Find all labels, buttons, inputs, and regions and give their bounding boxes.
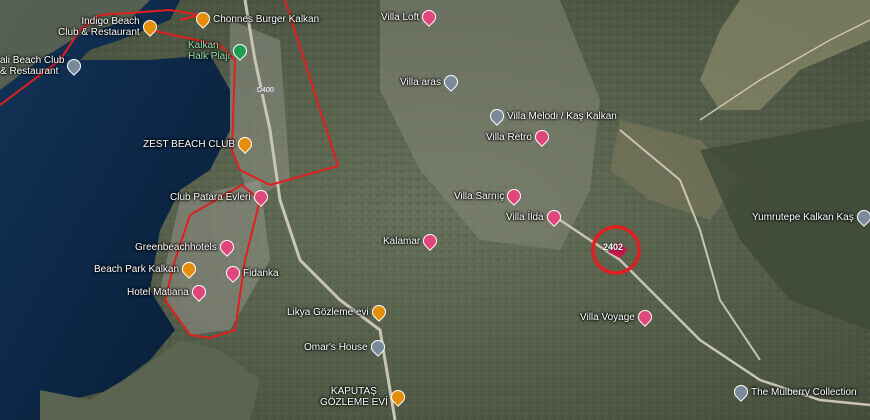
hotel-pin-icon [419, 7, 440, 27]
poi-hotel-matiana[interactable]: Hotel Matiana [127, 282, 209, 302]
hotel-pin-icon [223, 263, 243, 283]
place-pin-icon [853, 207, 870, 227]
restaurant-pin-icon [368, 302, 389, 322]
poi-chonnes-burger[interactable]: Chonnes Burger Kalkan [193, 9, 319, 29]
poi-mulberry[interactable]: The Mulberry Collection [731, 382, 857, 402]
poi-likya-gozleme[interactable]: Likya Gözleme evi [287, 302, 389, 322]
hotel-pin-icon [250, 187, 271, 207]
poi-villa-retro[interactable]: Villa Retro [486, 127, 552, 147]
beach-pin-icon [230, 41, 251, 61]
poi-yumrutepe[interactable]: Yumrutepe Kalkan Kaş [752, 207, 870, 227]
poi-bali-beach[interactable]: ali Beach Club & Restaurant [0, 55, 85, 77]
poi-beach-park[interactable]: Beach Park Kalkan [94, 259, 199, 279]
restaurant-pin-icon [235, 134, 255, 154]
poi-kaputas-gozleme[interactable]: KAPUTAŞ GÖZLEME EVİ [320, 386, 408, 408]
hotel-pin-icon [420, 231, 441, 251]
poi-greenbeach[interactable]: Greenbeachhotels [135, 237, 237, 257]
poi-kalkan-halk-plaji[interactable]: Kalkan Halk Plajı [188, 40, 251, 62]
restaurant-pin-icon [193, 9, 213, 29]
road-label: D400 [255, 87, 276, 94]
restaurant-pin-icon [139, 17, 160, 37]
poi-fidanka[interactable]: Fidanka [223, 263, 279, 283]
poi-zest-beach[interactable]: ZEST BEACH CLUB [143, 134, 255, 154]
poi-kalamar[interactable]: Kalamar [383, 231, 441, 251]
poi-villa-ilda[interactable]: Villa İlda [506, 207, 564, 227]
place-pin-icon [441, 72, 461, 92]
poi-villa-melodi[interactable]: Villa Melodi / Kaş Kalkan [487, 106, 617, 126]
plot-label: 2402 [603, 242, 624, 252]
restaurant-pin-icon [387, 387, 408, 407]
place-pin-icon [64, 56, 85, 76]
hotel-pin-icon [188, 282, 209, 302]
place-pin-icon [731, 382, 751, 402]
restaurant-pin-icon [179, 259, 199, 279]
hotel-pin-icon [216, 237, 237, 257]
poi-villa-loft[interactable]: Villa Loft [381, 7, 440, 27]
poi-club-patara[interactable]: Club Patara Evleri [170, 187, 271, 207]
place-pin-icon [367, 337, 388, 357]
poi-villa-aras[interactable]: Villa aras [400, 72, 461, 92]
satellite-map[interactable]: D400 2402 Indigo Beach Club & Restaurant… [0, 0, 870, 420]
poi-villa-sarnic[interactable]: Villa Sarnıç [454, 186, 525, 206]
hotel-pin-icon [543, 207, 564, 227]
hotel-pin-icon [504, 186, 525, 206]
hotel-pin-icon [634, 307, 655, 327]
poi-villa-voyage[interactable]: Villa Voyage [580, 307, 655, 327]
poi-indigo-beach[interactable]: Indigo Beach Club & Restaurant [58, 16, 160, 38]
place-pin-icon [487, 106, 507, 126]
map-terrain [0, 0, 870, 420]
hotel-pin-icon [532, 127, 552, 147]
poi-omars-house[interactable]: Omar's House [304, 337, 388, 357]
